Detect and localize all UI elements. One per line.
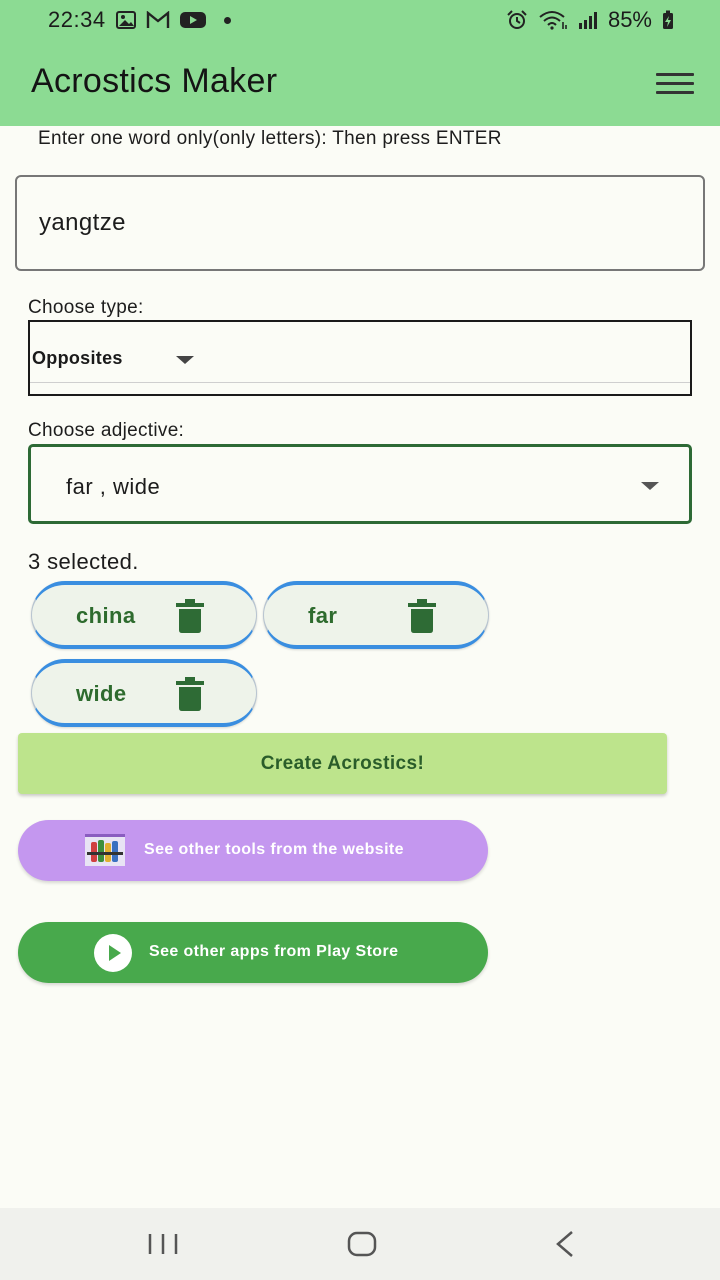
system-nav-bar (0, 1208, 720, 1280)
caret-down-icon (641, 482, 659, 490)
battery-percent: 85% (607, 7, 652, 32)
chip-china[interactable]: china (31, 581, 257, 649)
hamburger-menu-icon[interactable] (656, 66, 694, 100)
website-logo-icon (85, 834, 125, 866)
adjective-dropdown-value: far , wide (66, 474, 161, 499)
adjective-dropdown[interactable]: far , wide (28, 444, 692, 524)
play-store-label: See other apps from Play Store (149, 943, 399, 960)
app-header: 22:34 85% Acrostics Maker (0, 0, 720, 126)
create-acrostics-button[interactable]: Create Acrostics! (18, 733, 667, 794)
recent-apps-icon[interactable] (143, 1226, 183, 1262)
play-icon (94, 934, 132, 972)
chip-far[interactable]: far (263, 581, 489, 649)
gmail-icon (146, 10, 170, 30)
trash-icon[interactable] (176, 599, 204, 633)
dropdown-underline (30, 382, 690, 383)
trash-icon[interactable] (176, 677, 204, 711)
youtube-icon (179, 10, 206, 30)
adjective-label: Choose adjective: (28, 420, 185, 441)
word-instruction: Enter one word only(only letters): Then … (38, 128, 502, 149)
website-tools-button[interactable]: See other tools from the website (18, 820, 488, 881)
signal-icon (578, 10, 598, 30)
app-title: Acrostics Maker (31, 62, 278, 100)
back-icon[interactable] (546, 1226, 586, 1262)
trash-icon[interactable] (408, 599, 436, 633)
type-dropdown-value: Opposites (32, 348, 123, 368)
wifi-icon (538, 10, 568, 30)
type-label: Choose type: (28, 297, 144, 318)
status-bar: 22:34 85% (0, 0, 720, 40)
notification-dot-icon (223, 16, 231, 24)
home-icon[interactable] (342, 1226, 382, 1262)
word-input[interactable] (15, 175, 705, 271)
chip-wide[interactable]: wide (31, 659, 257, 727)
caret-down-icon (176, 356, 194, 364)
gallery-icon (115, 10, 136, 30)
website-tools-label: See other tools from the website (144, 841, 404, 858)
chip-label: far (308, 603, 338, 628)
play-store-button[interactable]: See other apps from Play Store (18, 922, 488, 983)
status-time: 22:34 (48, 7, 106, 32)
selected-count: 3 selected. (28, 549, 139, 574)
chip-label: wide (76, 681, 127, 706)
type-dropdown[interactable]: Opposites (28, 320, 692, 396)
battery-charging-icon (662, 10, 674, 30)
chip-label: china (76, 603, 136, 628)
alarm-icon (506, 10, 528, 30)
